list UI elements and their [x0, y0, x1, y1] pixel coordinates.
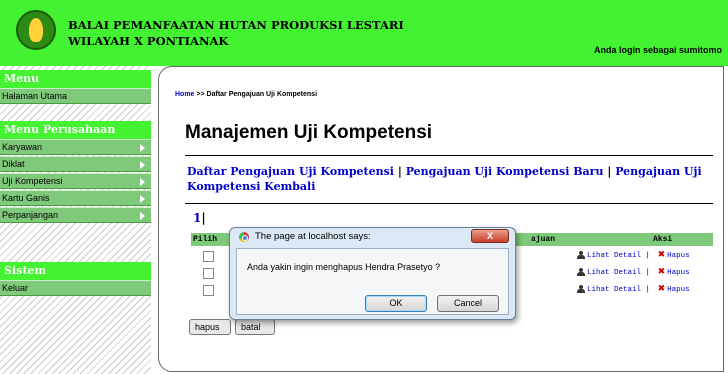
user-icon [577, 251, 585, 260]
column-header-pengajuan: ajuan [531, 235, 556, 244]
column-header-aksi: Aksi [653, 235, 673, 244]
close-button[interactable]: X [471, 229, 509, 243]
chevron-right-icon [140, 144, 145, 152]
nav-link-daftar[interactable]: Daftar Pengajuan Uji Kompetensi [187, 165, 394, 178]
delete-icon: ✖ [657, 250, 666, 260]
sidebar-item-diklat[interactable]: Diklat [0, 156, 151, 172]
sidebar-heading-sistem: Sistem [0, 262, 151, 280]
sidebar: Menu Halaman Utama Menu Perusahaan Karya… [0, 66, 151, 374]
dialog-title: The page at localhost says: [255, 231, 371, 242]
chevron-right-icon [140, 178, 145, 186]
user-icon [577, 285, 585, 294]
login-status: Anda login sebagai sumitomo [593, 45, 722, 55]
divider [185, 155, 713, 156]
row-actions: Lihat Detail | ✖ Hapus [577, 267, 690, 277]
ok-button[interactable]: OK [365, 295, 427, 312]
dialog-message: Anda yakin ingin menghapus Hendra Praset… [247, 262, 441, 272]
nav-separator: | [397, 165, 402, 178]
row-checkbox[interactable] [203, 268, 214, 279]
sidebar-item-label: Perpanjangan [2, 210, 59, 220]
pagination: 1| [193, 211, 206, 225]
chevron-right-icon [140, 212, 145, 220]
site-title-line1: BALAI PEMANFAATAN HUTAN PRODUKSI LESTARI [68, 18, 404, 32]
user-icon [577, 268, 585, 277]
chevron-right-icon [140, 195, 145, 203]
batal-button[interactable]: batal [235, 319, 275, 335]
sidebar-item-karyawan[interactable]: Karyawan [0, 139, 151, 155]
hapus-link[interactable]: Hapus [667, 252, 690, 260]
delete-icon: ✖ [657, 284, 666, 294]
breadcrumb-current: Daftar Pengajuan Uji Kompetensi [206, 91, 318, 98]
confirm-dialog: The page at localhost says: X Anda yakin… [229, 227, 516, 320]
action-separator: | [645, 252, 651, 260]
forest-emblem-icon [16, 10, 56, 50]
sidebar-item-uji-kompetensi[interactable]: Uji Kompetensi [0, 173, 151, 189]
breadcrumb-separator: >> [196, 91, 205, 98]
site-title-line2: WILAYAH X PONTIANAK [68, 34, 229, 48]
row-actions: Lihat Detail | ✖ Hapus [577, 250, 690, 260]
breadcrumb-home-link[interactable]: Home [175, 91, 194, 98]
row-checkbox[interactable] [203, 285, 214, 296]
pager-separator: | [201, 211, 206, 225]
sidebar-item-halaman-utama[interactable]: Halaman Utama [0, 88, 151, 104]
chrome-icon [239, 232, 249, 242]
main-content: Home >> Daftar Pengajuan Uji Kompetensi … [158, 66, 724, 372]
sub-navigation: Daftar Pengajuan Uji Kompetensi | Pengaj… [187, 164, 717, 194]
row-actions: Lihat Detail | ✖ Hapus [577, 284, 690, 294]
sidebar-item-keluar[interactable]: Keluar [0, 280, 151, 296]
cancel-button[interactable]: Cancel [437, 295, 499, 312]
sidebar-item-kartu-ganis[interactable]: Kartu Ganis [0, 190, 151, 206]
hapus-button[interactable]: hapus [189, 319, 231, 335]
sidebar-heading-menu: Menu [0, 70, 151, 88]
lihat-detail-link[interactable]: Lihat Detail [587, 269, 641, 277]
page-title: Manajemen Uji Kompetensi [185, 122, 433, 143]
sidebar-item-label: Kartu Ganis [2, 193, 50, 203]
sidebar-item-label: Diklat [2, 159, 25, 169]
lihat-detail-link[interactable]: Lihat Detail [587, 286, 641, 294]
hapus-link[interactable]: Hapus [667, 286, 690, 294]
sidebar-heading-perusahaan: Menu Perusahaan [0, 121, 151, 139]
nav-separator: | [607, 165, 612, 178]
hapus-link[interactable]: Hapus [667, 269, 690, 277]
row-checkbox[interactable] [203, 251, 214, 262]
delete-icon: ✖ [657, 267, 666, 277]
site-header: BALAI PEMANFAATAN HUTAN PRODUKSI LESTARI… [0, 0, 728, 66]
sidebar-item-label: Karyawan [2, 142, 43, 152]
dialog-body: Anda yakin ingin menghapus Hendra Praset… [236, 248, 509, 315]
chevron-right-icon [140, 161, 145, 169]
breadcrumb: Home >> Daftar Pengajuan Uji Kompetensi [175, 91, 317, 98]
action-separator: | [645, 286, 651, 294]
divider [185, 203, 713, 204]
nav-link-baru[interactable]: Pengajuan Uji Kompetensi Baru [406, 165, 604, 178]
sidebar-item-perpanjangan[interactable]: Perpanjangan [0, 207, 151, 223]
action-separator: | [645, 269, 651, 277]
dialog-titlebar[interactable]: The page at localhost says: X [230, 228, 515, 246]
column-header-pilih: Pilih [193, 235, 218, 244]
lihat-detail-link[interactable]: Lihat Detail [587, 252, 641, 260]
sidebar-item-label: Uji Kompetensi [2, 176, 63, 186]
